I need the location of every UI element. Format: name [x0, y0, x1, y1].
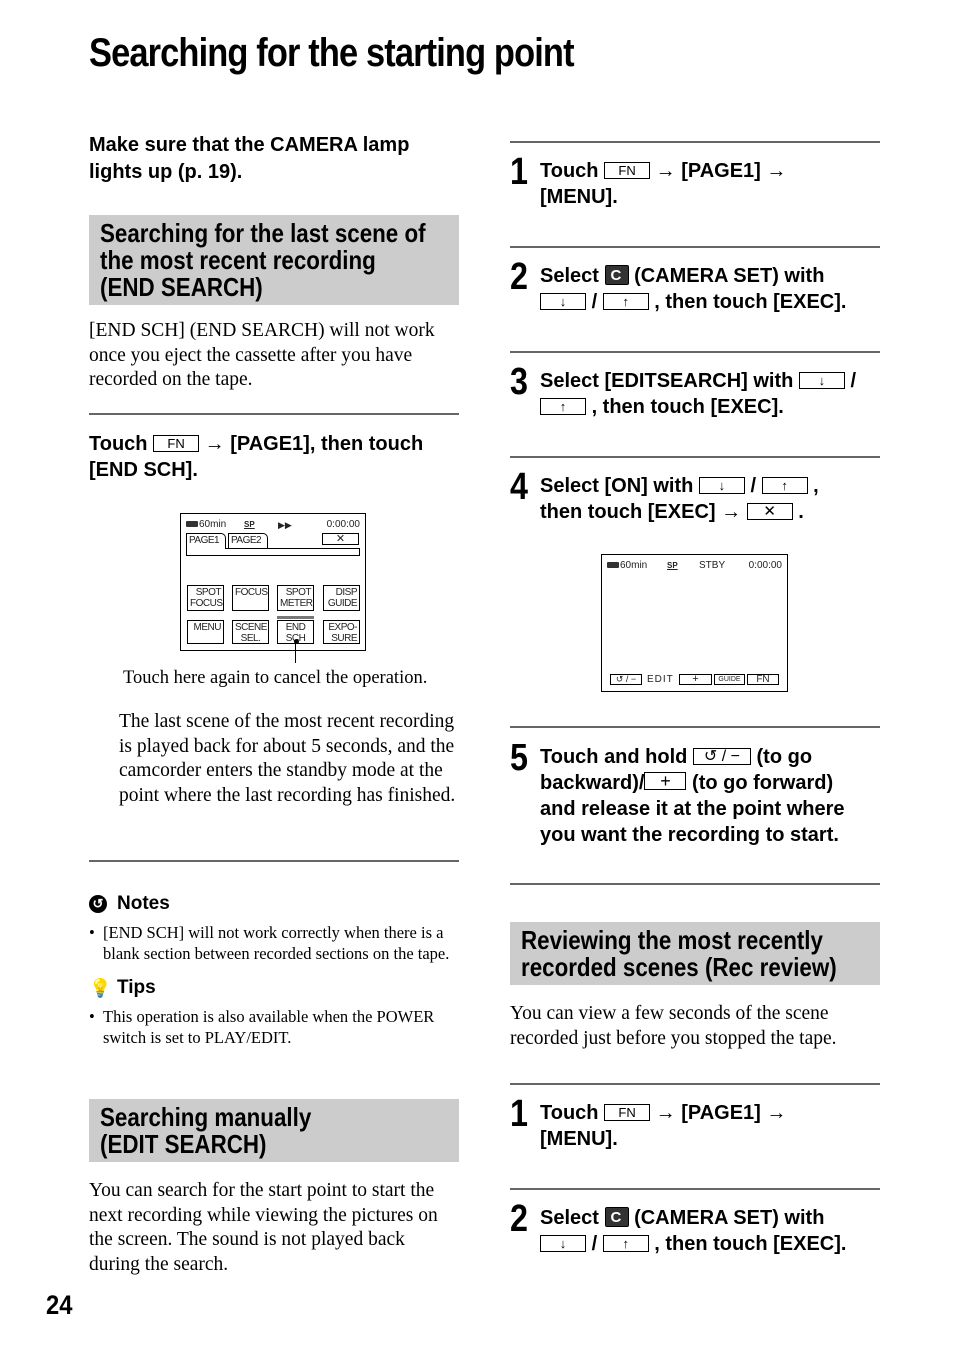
edit-step-3: 3 Select [EDITSEARCH] with ↓ / ↑ , then … [510, 361, 857, 418]
divider [510, 726, 880, 728]
divider [510, 141, 880, 143]
end-search-body: [END SCH] (END SEARCH) will not work onc… [89, 320, 435, 390]
fn-key: FN [153, 434, 200, 452]
callout-text: Touch here again to cancel the operation… [123, 668, 428, 688]
menu-button[interactable]: MENU [187, 620, 224, 644]
divider [510, 351, 880, 353]
tab-panel [186, 548, 360, 556]
plus-key: + [644, 772, 687, 790]
edit-search-heading: Searching manually (EDIT SEARCH) [89, 1099, 459, 1162]
exposure-button[interactable]: EXPO- SURE [323, 620, 360, 644]
edit-step-1: 1 Touch FN → [PAGE1] → [MENU]. [510, 151, 787, 208]
down-arrow-key: ↓ [540, 293, 586, 310]
tape-counter: 0:00:00 [748, 560, 782, 571]
rec-review-step-2: 2 Select (CAMERA SET) with ↓ / ↑ , then … [510, 1199, 880, 1257]
divider [89, 860, 459, 862]
divider [89, 412, 459, 415]
camera-set-icon [604, 265, 629, 285]
sp-mode-icon: SP [667, 561, 678, 570]
callout-line [295, 641, 296, 663]
tips-heading: Tips [117, 977, 156, 998]
end-search-result: The last scene of the most recent record… [119, 711, 456, 806]
divider [510, 883, 880, 885]
spot-focus-button[interactable]: SPOT FOCUS [187, 585, 224, 611]
down-arrow-key: ↓ [540, 1235, 586, 1252]
fn-key: FN [604, 1104, 651, 1121]
rec-review-heading: Reviewing the most recently recorded sce… [510, 922, 880, 985]
end-search-heading: Searching for the last scene of the most… [89, 215, 459, 305]
active-indicator [277, 616, 314, 619]
down-arrow-key: ↓ [798, 372, 845, 389]
notes-icon: ↺ [89, 895, 107, 913]
disp-guide-button[interactable]: DISP GUIDE [323, 585, 360, 611]
tab-page2[interactable]: PAGE2 [228, 533, 268, 549]
note-item: [END SCH] will not work correctly when t… [89, 922, 459, 964]
close-button[interactable]: ✕ [322, 533, 359, 545]
tip-item: This operation is also available when th… [89, 1006, 459, 1048]
battery-indicator: 60min [607, 560, 647, 572]
up-arrow-key: ↑ [602, 1235, 649, 1252]
guide-button[interactable]: GUIDE [714, 674, 745, 685]
notes-section: ↺ Notes [END SCH] will not work correctl… [89, 892, 459, 1048]
up-arrow-key: ↑ [602, 293, 649, 310]
camera-set-icon [604, 1207, 629, 1227]
page-title: Searching for the starting point [89, 31, 575, 75]
rec-review-body: You can view a few seconds of the scene … [510, 1003, 837, 1049]
lcd-screen-edit-search: 60min SP STBY 0:00:00 ↺ / − EDIT + GUIDE… [601, 554, 788, 692]
spot-meter-button[interactable]: SPOT METER [277, 585, 314, 611]
edit-step-5: 5 Touch and hold ↺ / − (to go backward)/… [510, 737, 845, 846]
divider [510, 246, 880, 248]
down-arrow-key: ↓ [698, 477, 745, 494]
rewind-minus-button[interactable]: ↺ / − [610, 674, 642, 685]
edit-step-2: 2 Select (CAMERA SET) with ↓ / ↑ , then … [510, 257, 880, 315]
notes-heading: Notes [117, 893, 170, 914]
battery-indicator: 60min [186, 519, 226, 531]
intro-text: Make sure that the CAMERA lamp lights up… [89, 134, 410, 183]
fn-button[interactable]: FN [747, 674, 779, 685]
tab-page1[interactable]: PAGE1 [186, 533, 226, 549]
end-search-instruction: Touch FN → [PAGE1], then touch [END SCH]… [89, 432, 424, 481]
page-number: 24 [46, 1290, 73, 1320]
up-arrow-key: ↑ [540, 398, 586, 415]
tape-counter: 0:00:00 [326, 519, 360, 530]
battery-icon [186, 521, 198, 527]
focus-button[interactable]: FOCUS [232, 585, 269, 611]
rec-review-step-1: 1 Touch FN → [PAGE1] → [MENU]. [510, 1093, 787, 1150]
plus-button[interactable]: + [679, 674, 712, 685]
divider [510, 1083, 880, 1085]
divider [510, 456, 880, 458]
scene-sel-button[interactable]: SCENE SEL. [232, 620, 269, 644]
divider [510, 1188, 880, 1190]
fast-forward-icon: ▶▶ [278, 520, 292, 530]
standby-status: STBY [699, 560, 726, 571]
edit-search-body: You can search for the start point to st… [89, 1180, 438, 1275]
rewind-minus-key: ↺ / − [692, 748, 751, 765]
edit-step-4: 4 Select [ON] with ↓ / ↑ , then touch [E… [510, 466, 819, 523]
lightbulb-icon: 💡 [89, 978, 112, 998]
up-arrow-key: ↑ [761, 477, 808, 494]
battery-icon [607, 562, 619, 568]
fn-key: FN [604, 162, 651, 179]
lcd-screen-end-search: 60min SP ▶▶ 0:00:00 PAGE1 PAGE2 ✕ SPOT FO… [180, 513, 366, 651]
edit-label: EDIT [647, 674, 674, 685]
close-key: ✕ [746, 503, 793, 520]
left-column: Make sure that the CAMERA lamp lights up… [89, 132, 459, 483]
sp-mode-icon: SP [244, 520, 255, 529]
